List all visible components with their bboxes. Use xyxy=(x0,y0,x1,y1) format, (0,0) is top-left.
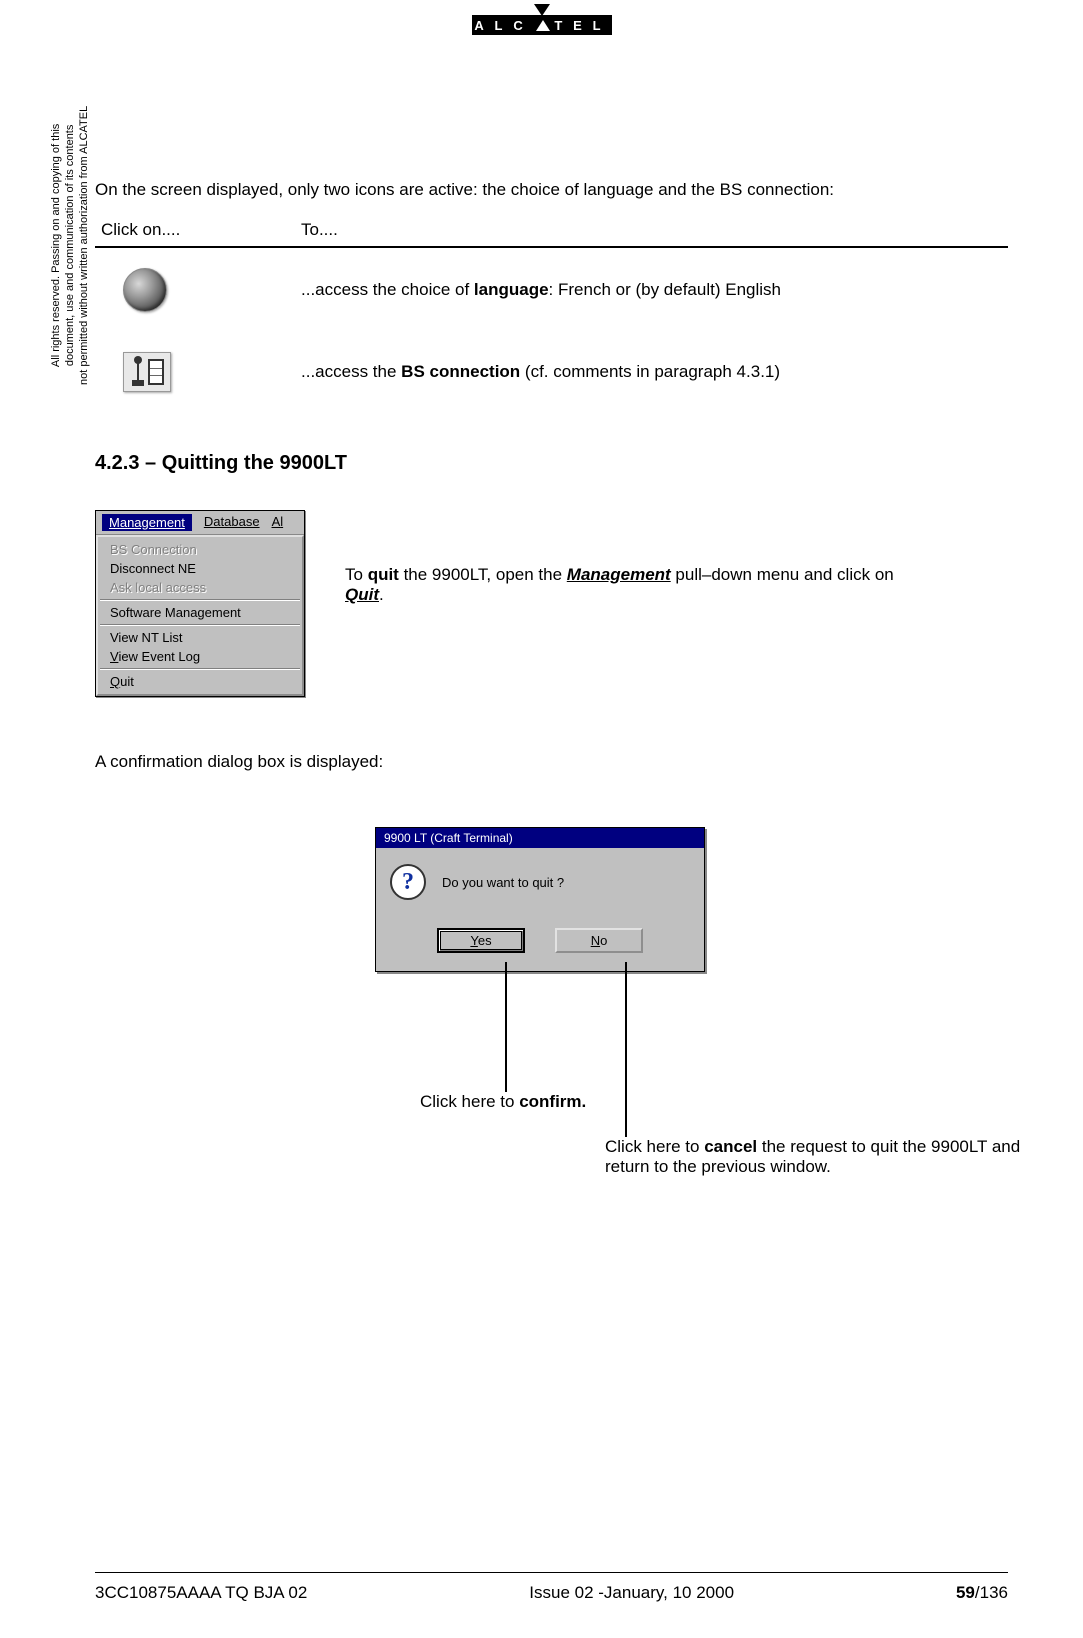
dialog-title: 9900 LT (Craft Terminal) xyxy=(376,828,704,848)
menu-item-view-event-log[interactable]: View Event Log xyxy=(98,647,302,666)
quit-confirm-dialog: 9900 LT (Craft Terminal) ? Do you want t… xyxy=(375,827,705,972)
menu-item-quit[interactable]: Quit xyxy=(98,672,302,691)
question-icon: ? xyxy=(390,864,426,900)
bs-connection-icon[interactable] xyxy=(123,352,171,392)
management-menu-screenshot: Management Database Al BS Connection Dis… xyxy=(95,510,305,697)
click-to-table: Click on.... To.... ...access the choice… xyxy=(95,216,1008,412)
menu-item-disconnect-ne[interactable]: Disconnect NE xyxy=(98,559,302,578)
page-footer: 3CC10875AAAA TQ BJA 02 Issue 02 -January… xyxy=(95,1572,1008,1603)
row-bs-desc: ...access the BS connection (cf. comment… xyxy=(295,332,1008,412)
issue-date: Issue 02 -January, 10 2000 xyxy=(529,1583,734,1603)
callout-cancel: Click here to cancel the request to quit… xyxy=(605,1137,1035,1177)
menu-separator xyxy=(100,599,300,601)
rights-notice: All rights reserved. Passing on and copy… xyxy=(50,106,91,385)
management-dropdown: BS Connection Disconnect NE Ask local ac… xyxy=(96,535,304,696)
table-row: ...access the choice of language: French… xyxy=(95,247,1008,332)
confirm-dialog-intro: A confirmation dialog box is displayed: xyxy=(95,752,1008,772)
page-number: 59/136 xyxy=(956,1583,1008,1603)
no-button[interactable]: No xyxy=(555,928,643,953)
yes-button[interactable]: Yes xyxy=(437,928,525,953)
doc-ref: 3CC10875AAAA TQ BJA 02 xyxy=(95,1583,307,1603)
leader-line-yes xyxy=(505,962,507,1092)
menu-database[interactable]: Database xyxy=(204,514,260,531)
dialog-message: Do you want to quit ? xyxy=(442,875,564,890)
menu-item-ask-local[interactable]: Ask local access xyxy=(98,578,302,597)
intro-text: On the screen displayed, only two icons … xyxy=(95,180,1008,200)
menu-separator xyxy=(100,668,300,670)
globe-icon[interactable] xyxy=(123,268,167,312)
menu-al[interactable]: Al xyxy=(272,514,284,531)
menu-item-software-mgmt[interactable]: Software Management xyxy=(98,603,302,622)
menu-bar: Management Database Al xyxy=(96,511,304,535)
row-language-desc: ...access the choice of language: French… xyxy=(295,247,1008,332)
section-heading: 4.2.3 – Quitting the 9900LT xyxy=(95,452,1008,475)
col-clickon: Click on.... xyxy=(95,216,295,247)
menu-item-bs-connection[interactable]: BS Connection xyxy=(98,540,302,559)
table-row: ...access the BS connection (cf. comment… xyxy=(95,332,1008,412)
quit-instruction: To quit the 9900LT, open the Management … xyxy=(345,565,905,605)
col-to: To.... xyxy=(295,216,1008,247)
menu-separator xyxy=(100,624,300,626)
brand-logo: ALCTEL xyxy=(472,15,612,35)
callout-confirm: Click here to confirm. xyxy=(420,1092,680,1112)
menu-item-view-nt-list[interactable]: View NT List xyxy=(98,628,302,647)
menu-management[interactable]: Management xyxy=(102,514,192,531)
